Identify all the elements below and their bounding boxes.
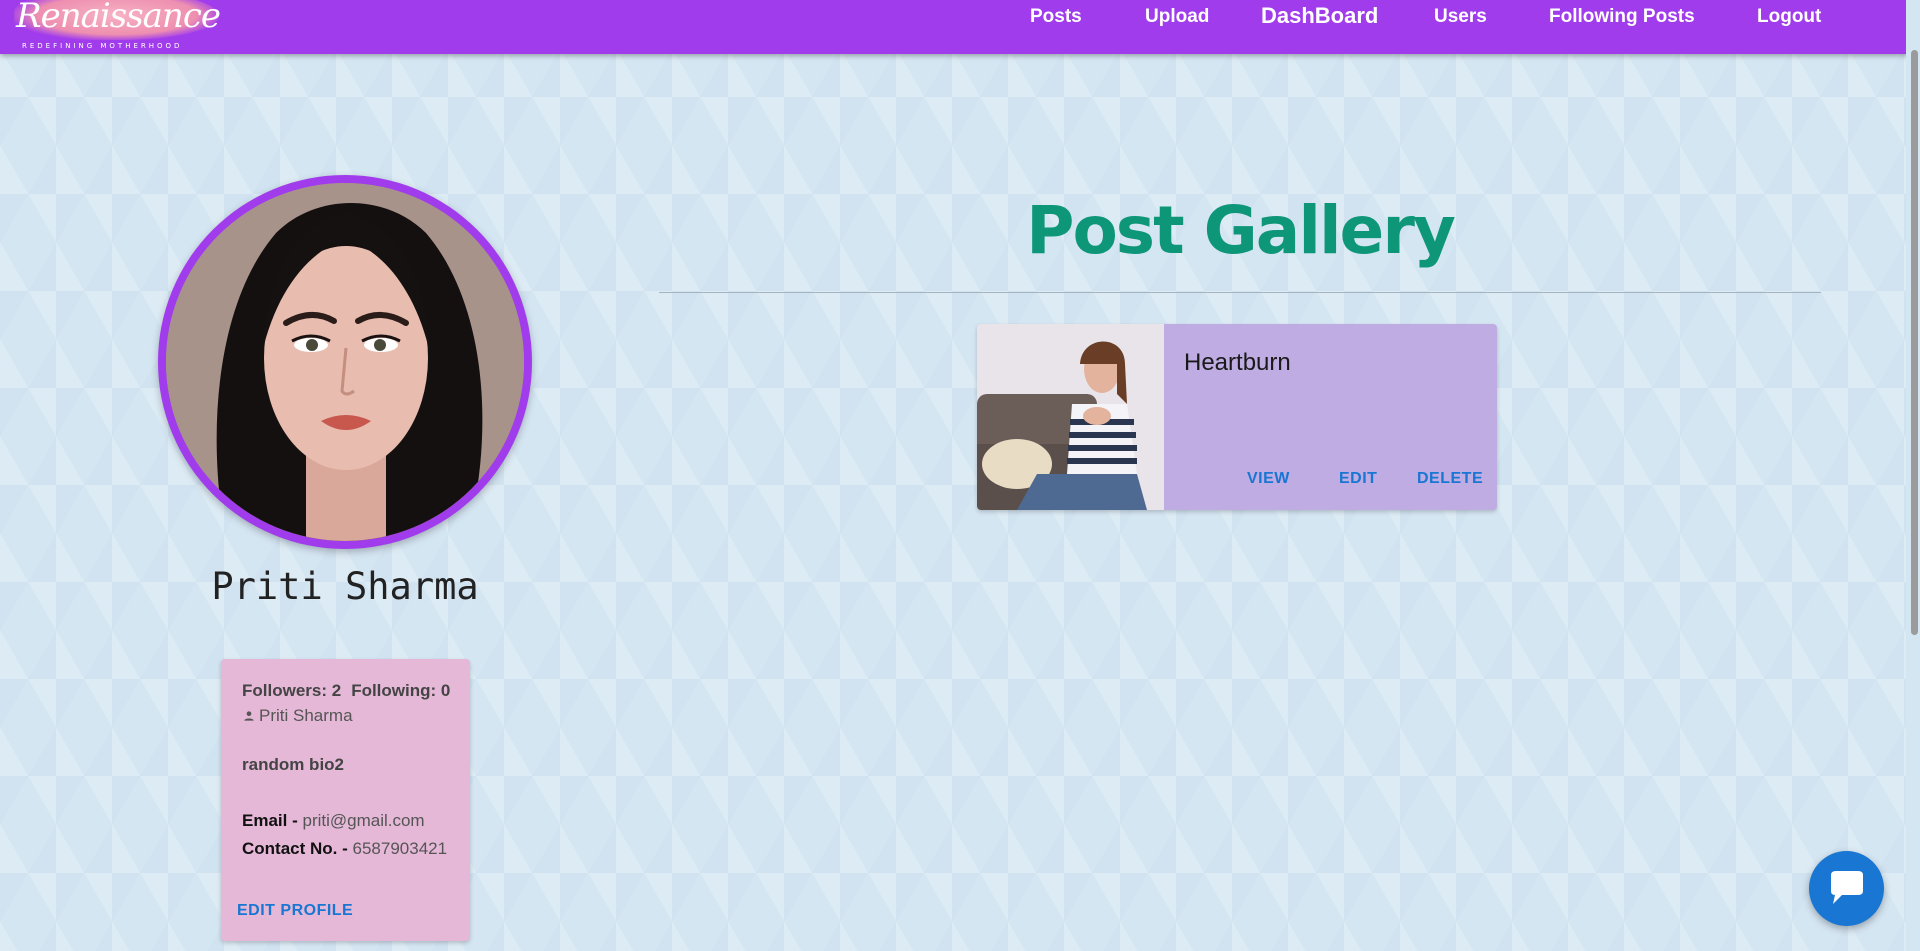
username: Priti Sharma (259, 706, 353, 725)
post-view-button[interactable]: VIEW (1247, 470, 1290, 488)
site-logo[interactable]: Renaissance REDEFINING MOTHERHOOD (10, 0, 225, 54)
gallery-title: Post Gallery (1026, 192, 1456, 269)
post-edit-button[interactable]: EDIT (1339, 470, 1377, 488)
profile-bio: random bio2 (242, 755, 345, 774)
email-row: Email - priti@gmail.com (242, 811, 425, 831)
post-thumbnail[interactable] (977, 324, 1164, 510)
contact-value: 6587903421 (352, 839, 448, 858)
profile-avatar (166, 183, 524, 541)
nav-logout-link[interactable]: Logout (1757, 6, 1821, 28)
scrollbar-thumb[interactable] (1911, 50, 1918, 635)
email-value: priti@gmail.com (302, 811, 425, 830)
nav-following-posts-link[interactable]: Following Posts (1549, 6, 1695, 28)
following-count[interactable]: Following: 0 (351, 681, 450, 700)
username-row: Priti Sharma (242, 706, 353, 726)
email-label: Email - (242, 811, 298, 830)
nav-upload-link[interactable]: Upload (1145, 6, 1209, 28)
followers-count[interactable]: Followers: 2 (242, 681, 341, 700)
gallery-divider (659, 292, 1821, 293)
nav-posts-link[interactable]: Posts (1030, 6, 1082, 28)
page-scrollbar[interactable] (1906, 0, 1920, 951)
logo-tagline: REDEFINING MOTHERHOOD (22, 42, 183, 50)
person-icon (244, 711, 254, 721)
profile-info-card: Followers: 2 Following: 0 Priti Sharma ra… (221, 659, 470, 941)
logo-text: Renaissance (16, 0, 221, 36)
follow-stats: Followers: 2 Following: 0 (242, 681, 450, 701)
profile-avatar-ring (158, 175, 532, 549)
profile-name: Priti Sharma (211, 565, 479, 608)
nav-users-link[interactable]: Users (1434, 6, 1487, 28)
post-thumbnail-image (977, 324, 1164, 510)
navbar: Renaissance REDEFINING MOTHERHOOD Posts … (0, 0, 1914, 54)
chat-icon (1831, 871, 1863, 904)
chat-button[interactable] (1809, 851, 1884, 926)
contact-label: Contact No. - (242, 839, 348, 858)
contact-row: Contact No. - 6587903421 (242, 839, 447, 859)
post-delete-button[interactable]: DELETE (1417, 470, 1483, 488)
post-title: Heartburn (1184, 349, 1291, 376)
nav-dashboard-link[interactable]: DashBoard (1261, 3, 1378, 29)
post-card: Heartburn VIEW EDIT DELETE (977, 324, 1497, 510)
edit-profile-button[interactable]: EDIT PROFILE (237, 902, 353, 920)
avatar-portrait-image (166, 183, 524, 541)
